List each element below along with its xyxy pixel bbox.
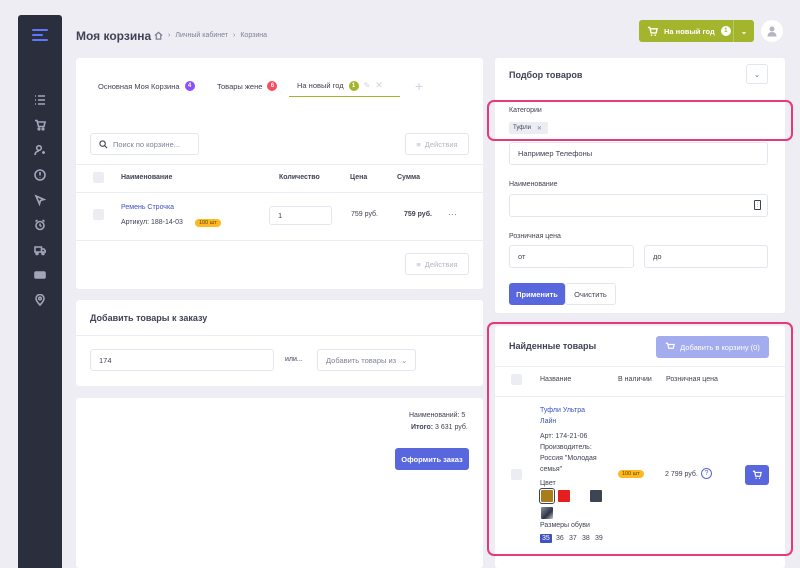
avatar[interactable] xyxy=(761,20,783,42)
cursor-icon[interactable] xyxy=(31,191,49,209)
page-title: Моя корзина xyxy=(76,29,152,43)
category-highlight xyxy=(487,100,793,141)
row-sum: 759 руб. xyxy=(404,211,432,218)
tab-wife-items[interactable]: Товары жене 6 xyxy=(217,75,278,97)
cart-icon[interactable] xyxy=(31,116,49,134)
search-icon xyxy=(99,139,108,148)
items-count: Наименований: 5 xyxy=(409,412,466,419)
location-icon[interactable] xyxy=(31,291,49,309)
actions-button[interactable]: ≡ Действия xyxy=(405,133,469,155)
select-all-checkbox[interactable] xyxy=(93,172,104,183)
sidebar xyxy=(18,15,62,568)
tab-label: Товары жене xyxy=(217,81,263,91)
row-checkbox[interactable] xyxy=(93,209,104,220)
quantity-input[interactable]: 1 xyxy=(269,206,332,225)
checkout-button[interactable]: Оформить заказ xyxy=(395,448,469,470)
lines-icon: ≡ xyxy=(416,139,421,149)
total-value: 3 631 руб. xyxy=(435,424,468,431)
column-sum: Сумма xyxy=(397,174,421,181)
menu-toggle-icon[interactable] xyxy=(32,29,48,41)
or-label: или... xyxy=(285,356,303,363)
cart-search-input[interactable]: Поиск по корзине... xyxy=(90,133,199,155)
actions-button-bottom[interactable]: ≡ Действия xyxy=(405,253,469,275)
active-cart-button[interactable]: На новый год 1 ⌄ xyxy=(639,20,754,42)
chevron-down-icon: ⌄ xyxy=(753,69,761,79)
name-input[interactable]: ⋮ xyxy=(509,194,768,217)
edit-icon[interactable]: ✎ xyxy=(364,81,371,90)
add-sku-input[interactable]: 174 xyxy=(90,349,274,371)
stock-badge: 100 шт xyxy=(195,219,221,227)
chevron-down-icon: ⌄ xyxy=(401,355,408,365)
filter-title: Подбор товаров xyxy=(509,70,583,80)
category-input[interactable]: Например Телефоны xyxy=(509,142,768,165)
breadcrumb-account[interactable]: Личный кабинет xyxy=(175,32,228,39)
product-sku: Артикул: 188-14-03 xyxy=(121,219,183,226)
collapse-button[interactable]: ⌄ xyxy=(746,64,768,84)
tab-count-badge: 4 xyxy=(184,81,195,91)
total-label: Итого: xyxy=(411,424,434,431)
keyboard-icon: ⋮ xyxy=(754,200,761,210)
info-icon[interactable] xyxy=(31,166,49,184)
tab-count-badge: 6 xyxy=(267,81,278,91)
breadcrumb-cart: Корзина xyxy=(240,32,268,39)
cart-icon xyxy=(647,26,658,36)
product-name-link[interactable]: Ремень Строчка xyxy=(121,204,174,211)
add-tab-icon[interactable]: + xyxy=(415,78,423,94)
tab-label: На новый год xyxy=(297,81,344,90)
list-icon[interactable] xyxy=(31,91,49,109)
column-quantity: Количество xyxy=(279,174,320,181)
add-products-title: Добавить товары к заказу xyxy=(90,313,208,323)
tab-label: Основная Моя Корзина xyxy=(98,81,180,91)
row-more-icon[interactable]: ··· xyxy=(448,209,457,219)
price-to-input[interactable]: до xyxy=(644,245,768,268)
breadcrumb: › Личный кабинет › Корзина xyxy=(154,31,267,40)
user-icon xyxy=(767,26,777,37)
column-price: Цена xyxy=(350,174,368,181)
price-label: Розничная цена xyxy=(509,233,561,240)
row-price: 759 руб. xyxy=(351,211,378,218)
user-settings-icon[interactable] xyxy=(31,141,49,159)
active-cart-count: 1 xyxy=(720,26,731,36)
chevron-down-icon[interactable]: ⌄ xyxy=(734,27,754,36)
add-from-dropdown[interactable]: Добавить товары из ⌄ xyxy=(317,349,416,371)
name-label: Наименование xyxy=(509,181,558,188)
home-icon[interactable] xyxy=(154,31,163,40)
alarm-icon[interactable] xyxy=(31,216,49,234)
price-from-input[interactable]: от xyxy=(509,245,634,268)
column-name: Наименование xyxy=(121,174,173,181)
active-cart-label: На новый год xyxy=(664,26,715,36)
truck-icon[interactable] xyxy=(31,241,49,259)
apply-button[interactable]: Применить xyxy=(509,283,565,305)
close-icon[interactable]: ✕ xyxy=(375,80,383,91)
tab-new-year[interactable]: На новый год 1 ✎ ✕ xyxy=(289,75,400,97)
tab-count-badge: 1 xyxy=(348,80,359,91)
lines-icon: ≡ xyxy=(416,259,421,269)
card-icon[interactable] xyxy=(31,266,49,284)
tab-main-cart[interactable]: Основная Моя Корзина 4 xyxy=(98,75,195,97)
found-highlight xyxy=(487,322,793,556)
clear-button[interactable]: Очистить xyxy=(565,283,616,305)
